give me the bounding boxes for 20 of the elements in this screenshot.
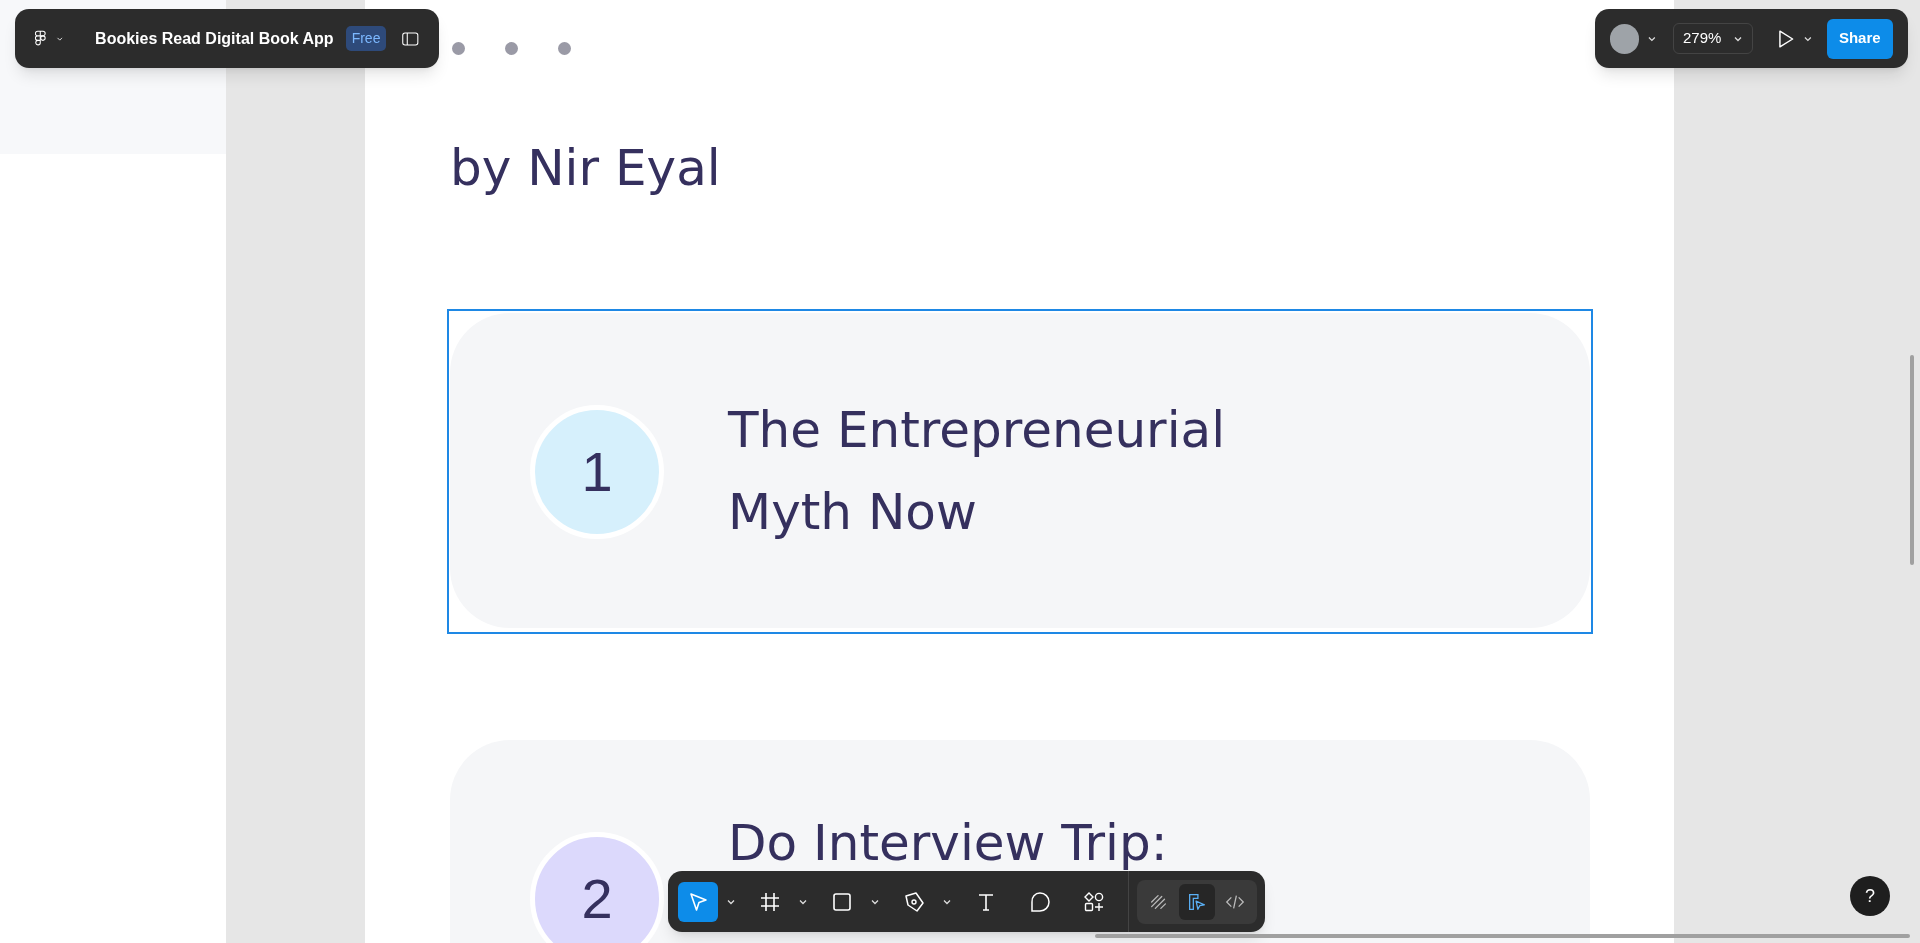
pen-nib-icon: [902, 889, 926, 914]
scrollbar[interactable]: [1910, 355, 1914, 565]
file-name[interactable]: Bookies Read Digital Book App: [95, 26, 334, 51]
sidebar-toggle-icon[interactable]: [402, 29, 419, 48]
move-tool[interactable]: [678, 881, 718, 922]
scrollbar[interactable]: [1095, 934, 1910, 938]
chapter-title-line: Do Interview Trip:: [728, 813, 1168, 874]
design-mode-button[interactable]: [1179, 883, 1215, 920]
play-icon[interactable]: [1777, 28, 1795, 49]
chapter-title-line: The Entrepreneurial: [728, 400, 1226, 461]
avatar[interactable]: [1610, 23, 1640, 54]
chapter-title-line: Myth Now: [728, 482, 978, 543]
author-text: by Nir Eyal: [450, 138, 721, 199]
speech-bubble-icon: [1028, 889, 1052, 914]
zoom-value: 279%: [1682, 28, 1722, 49]
plan-badge[interactable]: Free: [345, 26, 387, 51]
zoom-dropdown[interactable]: 279%: [1673, 23, 1754, 54]
chapter-number: 2: [530, 832, 664, 943]
chapter-number: 1: [530, 405, 664, 539]
share-button[interactable]: Share: [1826, 18, 1893, 59]
